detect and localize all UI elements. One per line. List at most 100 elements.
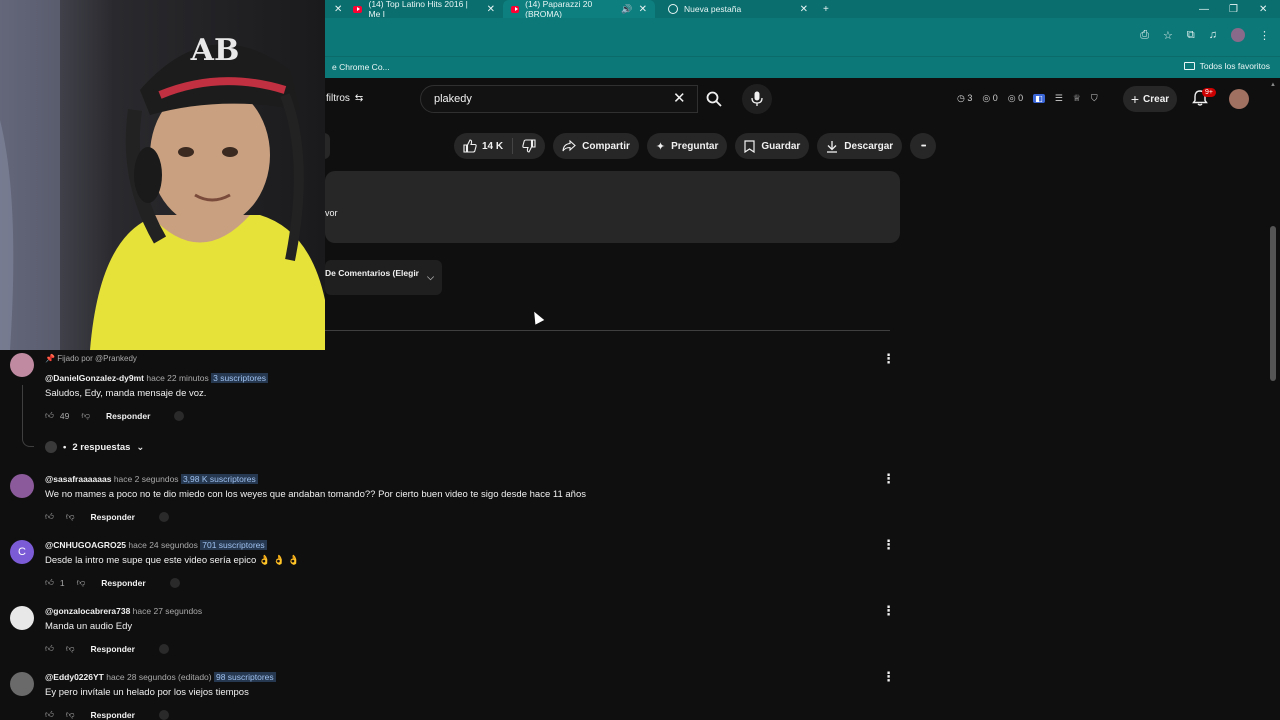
pinned-label: 📌 Fijado por @Prankedy	[45, 354, 137, 363]
plus-icon[interactable]: +	[823, 4, 829, 15]
replies-label: 2 respuestas	[72, 441, 131, 453]
comment-author[interactable]: @Eddy0226YT	[45, 672, 104, 682]
save-button[interactable]: Guardar	[735, 133, 810, 159]
search-button[interactable]	[698, 85, 730, 113]
comment-time[interactable]: hace 24 segundos	[128, 540, 197, 550]
all-bookmarks[interactable]: Todos los favoritos	[1183, 61, 1270, 71]
download-button[interactable]: Descargar	[817, 133, 903, 159]
comment-menu-icon[interactable]: ⋮	[882, 471, 895, 487]
menu-icon[interactable]: ⋮	[1259, 29, 1270, 42]
restore-button[interactable]: ❐	[1229, 0, 1238, 18]
comment-time[interactable]: hace 28 segundos (editado)	[106, 672, 211, 682]
media-icon[interactable]: ♫	[1209, 29, 1217, 41]
comment-time[interactable]: hace 22 minutos	[146, 373, 208, 383]
heart-icon[interactable]	[169, 577, 180, 588]
comment-time[interactable]: hace 27 segundos	[133, 606, 202, 616]
search-box[interactable]	[420, 85, 698, 113]
close-icon[interactable]: ✕	[487, 4, 495, 15]
profile-avatar[interactable]	[1231, 28, 1245, 42]
create-label: Crear	[1143, 93, 1170, 105]
close-icon[interactable]: ✕	[334, 4, 342, 15]
comment-meta: @CNHUGOAGRO25 hace 24 segundos 701 suscr…	[45, 540, 267, 550]
new-tab-button[interactable]: +	[823, 0, 829, 18]
comment-menu-icon[interactable]: ⋮	[882, 603, 895, 619]
user-avatar[interactable]	[1229, 89, 1249, 109]
window-close-button[interactable]: ✕	[1259, 0, 1267, 18]
reply-button[interactable]: Responder	[91, 710, 135, 720]
avatar[interactable]: C	[10, 540, 34, 564]
replies-toggle[interactable]: • 2 respuestas ⌄	[45, 441, 144, 453]
avatar[interactable]	[10, 606, 34, 630]
avatar[interactable]	[10, 474, 34, 498]
dislike-comment-icon[interactable]: 👎︎	[81, 410, 90, 421]
comment-author[interactable]: @DanielGonzalez-dy9mt	[45, 373, 144, 383]
reply-button[interactable]: Responder	[106, 411, 150, 421]
search-input[interactable]	[434, 93, 634, 105]
filters-button[interactable]: filtros ⇆	[326, 93, 363, 104]
install-icon[interactable]: ⎙	[1140, 29, 1149, 42]
create-button[interactable]: + Crear	[1123, 86, 1177, 112]
ask-button[interactable]: ✦ Preguntar	[646, 133, 728, 159]
star-icon[interactable]: ☆	[1163, 29, 1173, 42]
tab-top-latino[interactable]: (14) Top Latino Hits 2016 | Me I ✕	[345, 0, 503, 19]
description-box[interactable]	[325, 171, 900, 243]
like-comment-icon[interactable]: 👍︎	[45, 643, 54, 654]
comment-menu-icon[interactable]: ⋮	[882, 351, 895, 367]
avatar[interactable]	[10, 672, 34, 696]
reply-button[interactable]: Responder	[91, 512, 135, 522]
reply-button[interactable]: Responder	[101, 578, 145, 588]
comment-author[interactable]: @gonzalocabrera738	[45, 606, 130, 616]
avatar[interactable]	[10, 353, 34, 377]
dislike-comment-icon[interactable]: 👎︎	[66, 709, 75, 720]
close-icon[interactable]: ✕	[800, 4, 808, 15]
plus-icon: +	[1130, 91, 1140, 107]
subscriber-badge: 3 suscriptores	[211, 373, 269, 383]
tab-close-partial[interactable]: ✕	[326, 0, 342, 18]
more-actions-button[interactable]: •••	[910, 133, 937, 159]
dislike-comment-icon[interactable]: 👎︎	[77, 577, 86, 588]
voice-search-button[interactable]	[742, 84, 772, 114]
comment-author[interactable]: @CNHUGOAGRO25	[45, 540, 126, 550]
dislike-comment-icon[interactable]: 👎︎	[66, 511, 75, 522]
comment-text: Saludos, Edy, manda mensaje de voz.	[45, 388, 207, 399]
shield-icon[interactable]: ⛉	[1091, 93, 1098, 104]
heart-icon[interactable]	[174, 410, 185, 421]
extension-icon[interactable]: ◧	[1033, 94, 1045, 103]
close-icon[interactable]: ✕	[639, 4, 647, 15]
heart-icon[interactable]	[158, 643, 169, 654]
comment-menu-icon[interactable]: ⋮	[882, 537, 895, 553]
tab-paparazzi[interactable]: (14) Paparazzi 20 (BROMA) 🔊 ✕	[503, 0, 655, 19]
thread-line	[22, 385, 34, 447]
like-comment-icon[interactable]: 👍︎	[45, 709, 54, 720]
heart-icon[interactable]	[158, 709, 169, 720]
video-actions: 14 K Compartir ✦ Preguntar Guardar Desca…	[454, 133, 937, 159]
speaker-icon[interactable]: 🔊	[621, 4, 632, 15]
comment-time[interactable]: hace 2 segundos	[114, 474, 179, 484]
minimize-button[interactable]: —	[1199, 0, 1209, 18]
microphone-icon	[751, 91, 763, 106]
folder-icon	[1183, 62, 1195, 70]
sort-comments-dropdown[interactable]: De Comentarios (Elegir ⌵	[325, 260, 442, 295]
comment-menu-icon[interactable]: ⋮	[882, 669, 895, 685]
scroll-up-arrow[interactable]: ▲	[1270, 82, 1276, 88]
webcam-image: AB	[0, 0, 325, 350]
heart-icon[interactable]	[158, 511, 169, 522]
dislike-button[interactable]	[513, 139, 545, 153]
list-icon[interactable]: ☰	[1055, 93, 1063, 104]
trophy-icon[interactable]: ♕	[1073, 93, 1081, 104]
comment-text: Manda un audio Edy	[45, 621, 133, 632]
like-comment-icon[interactable]: 👍︎	[45, 577, 54, 588]
reply-button[interactable]: Responder	[91, 644, 135, 654]
extensions-icon[interactable]: ⧉	[1187, 29, 1195, 42]
comment-actions: 👍︎ 👎︎ Responder	[45, 709, 169, 720]
bookmark-item[interactable]: e Chrome Co...	[332, 62, 390, 72]
like-button[interactable]: 14 K	[454, 138, 514, 154]
tab-new[interactable]: Nueva pestaña ✕	[660, 0, 816, 18]
clear-search-icon[interactable]: ✕	[673, 89, 686, 107]
scrollbar-thumb[interactable]	[1270, 226, 1276, 381]
share-button[interactable]: Compartir	[553, 133, 639, 159]
like-comment-icon[interactable]: 👍︎	[45, 410, 54, 421]
dislike-comment-icon[interactable]: 👎︎	[66, 643, 75, 654]
like-comment-icon[interactable]: 👍︎	[45, 511, 54, 522]
comment-author[interactable]: @sasafraaaaaas	[45, 474, 111, 484]
